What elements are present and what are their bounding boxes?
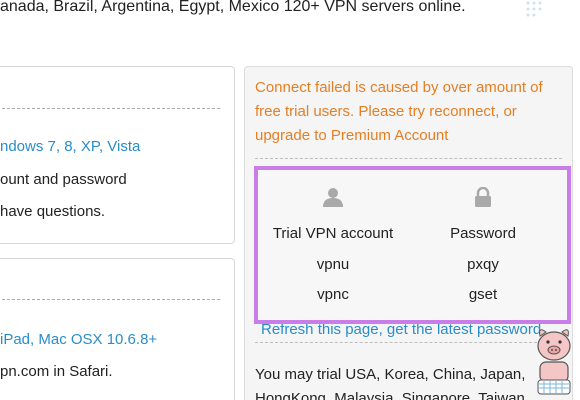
password-value: pxqy [467, 256, 499, 273]
account-value: vpnu [316, 256, 350, 273]
platform-card-ios-mac: iPad, Mac OSX 10.6.8+ pn.com in Safari. [0, 258, 235, 400]
servers-banner: anada, Brazil, Argentina, Egypt, Mexico … [0, 0, 466, 15]
lock-icon [408, 187, 558, 207]
card-text-line: have questions. [0, 203, 106, 220]
card-divider [0, 299, 220, 300]
account-value: vpnc [317, 286, 349, 303]
password-value: gset [468, 286, 498, 303]
card-text-line: pn.com in Safari. [0, 363, 113, 380]
pig-mascot-icon [528, 322, 580, 400]
panel-divider [255, 342, 562, 343]
decorative-dots-icon [520, 0, 560, 22]
trial-countries-text: You may trial USA, Korea, China, Japan, … [255, 366, 526, 400]
ios-mac-platform-link[interactable]: iPad, Mac OSX 10.6.8+ [0, 331, 157, 348]
platform-card-windows: ndows 7, 8, XP, Vista ount and password … [0, 66, 235, 244]
account-header: Trial VPN account [272, 225, 394, 242]
user-icon [258, 187, 408, 207]
credentials-highlight-box: Trial VPN account vpnu vpnc Password pxq… [254, 166, 571, 324]
connect-failed-warning: Connect failed is caused by over amount … [255, 79, 543, 144]
password-header: Password [450, 225, 516, 242]
windows-platform-link[interactable]: ndows 7, 8, XP, Vista [0, 138, 140, 155]
card-divider [0, 108, 220, 109]
card-text-line: ount and password [0, 171, 127, 188]
panel-divider [255, 158, 562, 159]
